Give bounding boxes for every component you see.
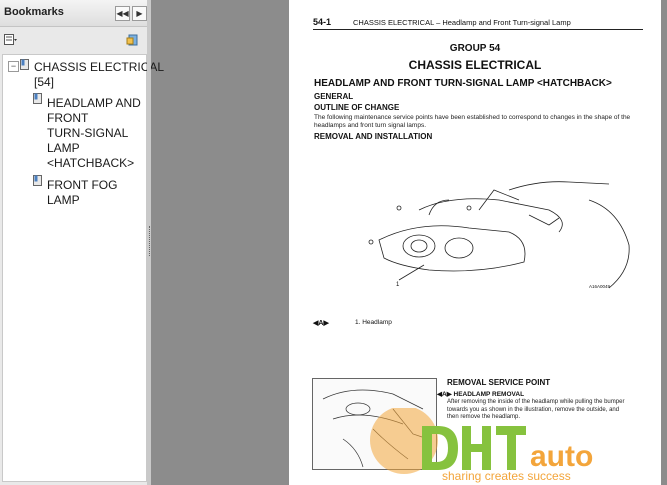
bookmark-front-fog-lamp[interactable]: FRONT FOG LAMP <box>47 178 146 208</box>
removal-heading: REMOVAL AND INSTALLATION <box>314 132 433 141</box>
bookmarks-panel: Bookmarks ◀◀ ▶ − CHASSIS ELECTRICAL [54]… <box>0 0 164 485</box>
section-title: HEADLAMP AND FRONT TURN-SIGNAL LAMP <HAT… <box>314 78 612 89</box>
bookmark-chassis-electrical[interactable]: CHASSIS ELECTRICAL [54] <box>34 60 164 90</box>
bookmark-icon <box>33 175 42 186</box>
bookmark-icon <box>20 59 29 70</box>
service-point-marker: ◀A▶ <box>313 320 329 327</box>
group-heading: GROUP 54 <box>449 43 501 54</box>
bookmark-tree: − CHASSIS ELECTRICAL [54] HEADLAMP AND F… <box>2 54 164 482</box>
outline-heading: OUTLINE OF CHANGE <box>314 103 400 112</box>
general-heading: GENERAL <box>314 92 354 101</box>
illustration-callout: 1 <box>396 282 400 288</box>
part-item-headlamp: 1. Headlamp <box>355 319 392 326</box>
bookmarks-header: Bookmarks ◀◀ ▶ <box>0 0 147 27</box>
chassis-heading: CHASSIS ELECTRICAL <box>408 58 542 72</box>
dht-auto-watermark-logo: auto sharing creates success <box>370 408 593 483</box>
header-divider <box>313 29 643 30</box>
bookmark-headlamp-front-turn-signal[interactable]: HEADLAMP AND FRONT TURN-SIGNAL LAMP <HAT… <box>47 96 141 171</box>
removal-service-point-heading: REMOVAL SERVICE POINT <box>447 378 551 387</box>
page-header-title: CHASSIS ELECTRICAL – Headlamp and Front … <box>353 18 571 27</box>
right-arrow-icon[interactable]: ▶ <box>132 6 147 21</box>
headlamp-removal-heading: ◀A▶ HEADLAMP REMOVAL <box>437 391 525 398</box>
bookmarks-title: Bookmarks <box>4 6 64 18</box>
options-menu-icon[interactable] <box>4 34 17 46</box>
figure-code: A16A0049 <box>589 284 611 289</box>
page-number: 54-1 <box>313 17 332 27</box>
splitter-grip[interactable] <box>149 226 151 256</box>
watermark-tagline: sharing creates success <box>442 469 571 483</box>
headlamp-illustration <box>368 181 630 289</box>
bookmarks-toolbar <box>0 27 147 53</box>
bookmark-icon <box>33 93 42 104</box>
expand-bookmark-icon[interactable] <box>126 34 139 46</box>
double-left-arrow-icon[interactable]: ◀◀ <box>115 6 130 21</box>
outline-paragraph: The following maintenance service points… <box>314 114 631 129</box>
collapse-toggle-icon[interactable]: − <box>8 61 19 72</box>
